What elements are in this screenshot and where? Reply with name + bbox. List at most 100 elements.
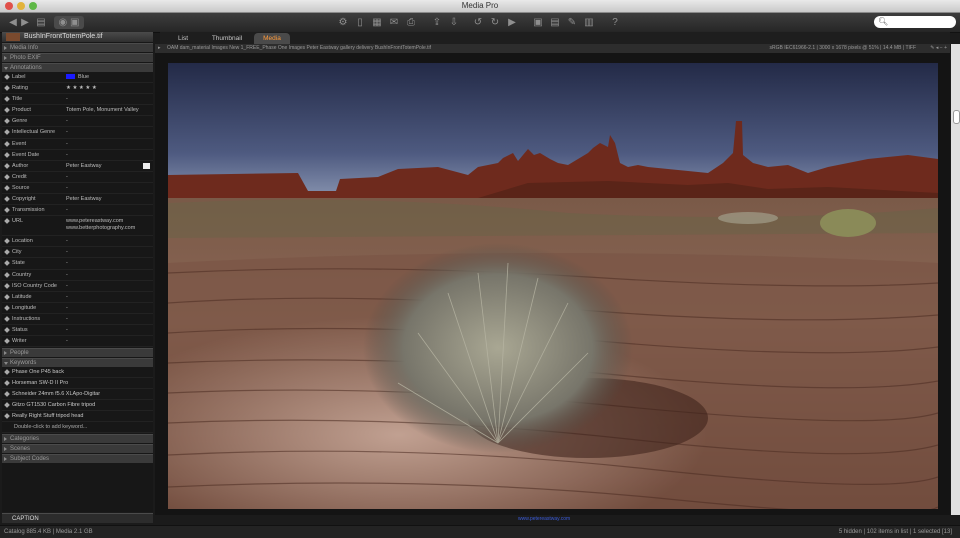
search-icon: 🔍︎ xyxy=(878,17,889,26)
pencil-icon xyxy=(4,293,10,300)
photo-credit-link[interactable]: www.petereastway.com xyxy=(518,516,570,522)
add-keyword-field[interactable]: Double-click to add keyword... xyxy=(2,422,153,434)
pencil-icon xyxy=(4,96,10,103)
pencil-icon xyxy=(4,380,10,386)
tab-thumbnail[interactable]: Thumbnail xyxy=(206,33,248,44)
forward-icon[interactable]: ▶ xyxy=(20,16,30,29)
vertical-scrollbar[interactable] xyxy=(951,44,960,515)
stamp-icon[interactable]: ▥ xyxy=(583,16,595,29)
annotation-row-author[interactable]: Author Peter Eastway xyxy=(2,161,153,172)
trash-icon[interactable]: ▦ xyxy=(371,16,383,29)
print-icon[interactable]: ⎙ xyxy=(405,16,417,29)
rating-stars[interactable]: ★ ★ ★ ★ ★ xyxy=(66,83,97,93)
pencil-icon xyxy=(4,338,10,344)
annotation-row-state[interactable]: State - xyxy=(2,258,153,270)
keyword-item[interactable]: Gitzo GT1530 Carbon Fibre tripod xyxy=(2,400,153,412)
folder-icon[interactable]: ▤ xyxy=(36,16,46,29)
author-card-icon[interactable] xyxy=(143,162,150,169)
pencil-icon xyxy=(4,207,10,213)
tab-media[interactable]: Media xyxy=(254,33,290,44)
tab-list[interactable]: List xyxy=(164,33,202,44)
annotation-row-copyright[interactable]: Copyright Peter Eastway xyxy=(2,194,153,206)
pencil-icon xyxy=(4,249,10,256)
help-icon[interactable]: ? xyxy=(609,16,621,29)
document-icon[interactable]: ▯ xyxy=(354,16,366,29)
play-icon[interactable]: ▶ xyxy=(506,16,518,29)
disclosure-icon[interactable]: ▸ xyxy=(158,44,161,53)
selection-status: 5 hidden | 102 items in list | 1 selecte… xyxy=(838,529,952,535)
section-subject-codes[interactable]: Subject Codes xyxy=(2,454,153,464)
annotation-row-iso-country-code[interactable]: ISO Country Code - xyxy=(2,281,153,292)
rotate-right-icon[interactable]: ↻ xyxy=(489,16,501,29)
desert-landscape-image xyxy=(168,63,938,509)
export-icon[interactable]: ⇪ xyxy=(431,16,443,29)
annotation-row-writer[interactable]: Writer - xyxy=(2,336,153,348)
annotation-row-title[interactable]: Title - xyxy=(2,94,153,106)
image-icon[interactable]: ▤ xyxy=(549,16,561,29)
scrollbar-thumb[interactable] xyxy=(953,110,960,124)
pencil-icon xyxy=(4,196,10,202)
annotation-row-instructions[interactable]: Instructions - xyxy=(2,314,153,325)
slideshow-icon[interactable]: ▣ xyxy=(532,16,544,29)
mail-icon[interactable]: ✉ xyxy=(388,16,400,29)
annotation-row-city[interactable]: City - xyxy=(2,247,153,259)
section-photo-exif[interactable]: Photo EXIF xyxy=(2,53,153,62)
main-toolbar: ◀ ▶ ▤ ◉ ▣ ⚙ ▯ ▦ ✉ ⎙ ⇪ ⇩ ↺ ↻ ▶ ▣ ▤ ✎ ▥ ? … xyxy=(0,13,960,33)
back-icon[interactable]: ◀ xyxy=(8,16,18,29)
pencil-icon xyxy=(4,85,10,91)
rotate-left-icon[interactable]: ↺ xyxy=(472,16,484,29)
pencil-icon xyxy=(4,185,10,191)
section-categories[interactable]: Categories xyxy=(2,434,153,444)
annotation-row-country[interactable]: Country - xyxy=(2,270,153,281)
pencil-icon xyxy=(4,151,10,158)
annotation-row-genre[interactable]: Genre - xyxy=(2,116,153,128)
annotation-row-longitude[interactable]: Longitude - xyxy=(2,303,153,314)
annotation-row-url[interactable]: URL www.petereastway.com www.betterphotogr… xyxy=(2,216,153,237)
keyword-item[interactable]: Schneider 24mm f5.6 XLApo-Digitar xyxy=(2,389,153,401)
annotation-row-event[interactable]: Event - xyxy=(2,139,153,150)
section-keywords[interactable]: Keywords xyxy=(2,358,153,368)
edit-icon[interactable]: ✎ xyxy=(566,16,578,29)
keyword-item[interactable]: Phase One P45 back xyxy=(2,367,153,379)
section-people[interactable]: People xyxy=(2,348,153,358)
gear-icon[interactable]: ⚙ xyxy=(337,16,349,29)
annotation-row-intellectual-genre[interactable]: Intellectual Genre - xyxy=(2,127,153,139)
window-titlebar: Media Pro xyxy=(0,0,960,13)
pencil-icon xyxy=(4,327,10,333)
pencil-icon xyxy=(4,218,10,225)
view-mode-icon[interactable]: ◉ ▣ xyxy=(54,16,84,29)
section-media-info[interactable]: Media Info xyxy=(2,43,153,52)
annotation-row-label[interactable]: Label Blue xyxy=(2,72,153,84)
photo-image[interactable] xyxy=(168,63,938,509)
info-panel: BushInFrontTotemPole.tif Media Info Phot… xyxy=(2,32,153,512)
file-thumbnail-icon xyxy=(6,33,20,41)
view-tabs: List Thumbnail Media xyxy=(160,32,950,44)
status-bar: Catalog 885.4 KB | Media 2.1 GB 5 hidden… xyxy=(0,525,960,538)
pencil-icon xyxy=(4,316,10,322)
catalog-status: Catalog 885.4 KB | Media 2.1 GB xyxy=(4,529,93,535)
annotation-row-transmission[interactable]: Transmission - xyxy=(2,205,153,217)
annotation-row-credit[interactable]: Credit - xyxy=(2,172,153,183)
annotation-row-source[interactable]: Source - xyxy=(2,183,153,195)
pencil-icon xyxy=(4,282,10,289)
pencil-icon xyxy=(4,413,10,419)
pencil-icon xyxy=(4,402,10,408)
annotation-row-event-date[interactable]: Event Date - xyxy=(2,150,153,161)
section-scenes[interactable]: Scenes xyxy=(2,444,153,454)
keyword-item[interactable]: Really Right Stuff tripod head xyxy=(2,411,153,423)
zoom-tools-icon[interactable]: ✎ ◂ − + xyxy=(930,44,947,53)
file-header: BushInFrontTotemPole.tif xyxy=(2,32,153,42)
search-field[interactable]: 🔍︎ xyxy=(874,16,956,28)
annotation-row-rating[interactable]: Rating ★ ★ ★ ★ ★ xyxy=(2,83,153,95)
keyword-item[interactable]: Horseman SW-D II Pro xyxy=(2,378,153,390)
section-annotations[interactable]: Annotations xyxy=(2,63,153,72)
annotation-row-latitude[interactable]: Latitude - xyxy=(2,292,153,303)
annotation-row-product[interactable]: Product Totem Pole, Monument Valley xyxy=(2,105,153,117)
pencil-icon xyxy=(4,271,10,278)
pencil-icon xyxy=(4,140,10,147)
media-metadata: sRGB IEC61966-2.1 | 3000 x 1678 pixels @… xyxy=(769,45,916,51)
annotation-row-location[interactable]: Location - xyxy=(2,236,153,248)
import-icon[interactable]: ⇩ xyxy=(448,16,460,29)
annotation-row-status[interactable]: Status - xyxy=(2,325,153,337)
caption-header[interactable]: CAPTION xyxy=(2,513,153,523)
